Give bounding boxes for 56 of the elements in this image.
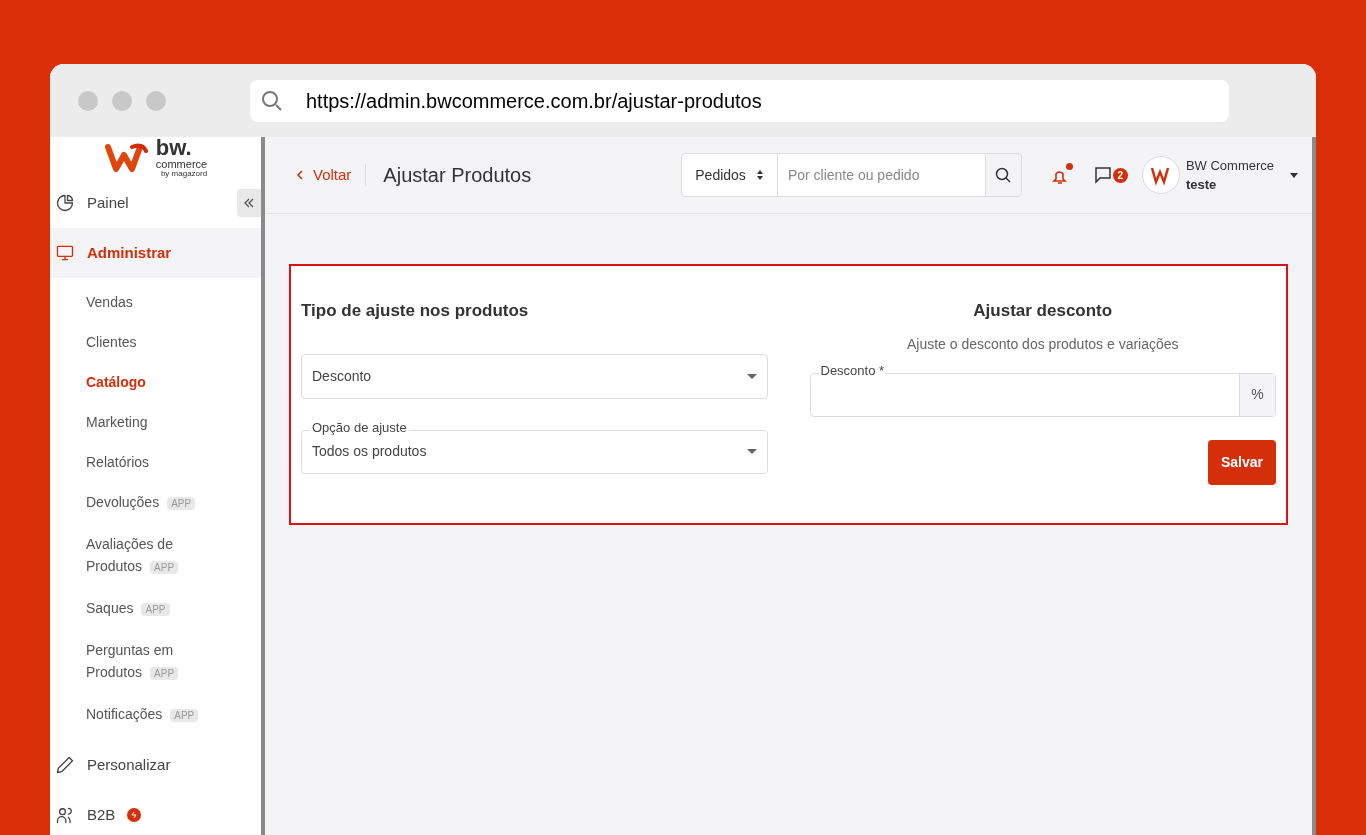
sidebar-item[interactable]: Administrar — [50, 228, 261, 278]
app-badge: APP — [141, 603, 170, 616]
sidebar-item[interactable]: B2B — [50, 790, 261, 835]
messages-button[interactable]: 2 — [1093, 166, 1128, 184]
search-icon — [260, 88, 284, 113]
adjust-type-select[interactable]: Desconto — [301, 353, 768, 399]
user-name: BW Commerce — [1185, 156, 1274, 175]
caret-icon — [746, 449, 757, 454]
sidebar-subitem[interactable]: Catálogo — [50, 362, 261, 402]
pie-chart-icon — [55, 193, 75, 213]
sidebar-subitem[interactable]: Perguntas em Produtos APP — [50, 630, 261, 694]
sidebar-subitem[interactable]: Avaliações de Produtos APP — [50, 524, 261, 588]
search-icon — [995, 167, 1012, 183]
save-button[interactable]: Salvar — [1208, 439, 1276, 485]
section-title: Tipo de ajuste nos produtos — [301, 300, 530, 322]
sidebar-subitem[interactable]: Clientes — [50, 322, 261, 362]
notifications-button[interactable] — [1049, 164, 1072, 186]
search-field[interactable]: Por cliente ou pedido — [777, 153, 985, 197]
sidebar-subitem[interactable]: Vendas — [50, 282, 261, 322]
field-label: Desconto * — [818, 363, 887, 377]
app-badge: APP — [150, 561, 179, 574]
logo-byline: by magazord — [160, 170, 208, 178]
sidebar-item[interactable]: Personalizar — [50, 740, 261, 790]
double-chevron-icon — [243, 197, 255, 209]
sort-icon — [755, 169, 764, 181]
section-title: Ajustar desconto — [972, 300, 1114, 322]
url-text: https://admin.bwcommerce.com.br/ajustar-produtos — [306, 88, 762, 114]
logo-subtitle: commerce — [155, 159, 208, 170]
section-subtitle: Ajuste o desconto dos produtos e variações — [905, 334, 1180, 354]
caret-icon — [746, 373, 757, 379]
store-name: teste — [1185, 176, 1218, 194]
address-bar[interactable]: https://admin.bwcommerce.com.br/ajustar-produtos — [250, 79, 1229, 122]
sidebar-item[interactable]: Painel — [50, 178, 237, 228]
pencil-icon — [55, 755, 75, 775]
app-badge: APP — [170, 709, 199, 722]
message-count-badge: 2 — [1112, 167, 1128, 183]
field-label: Opção de ajuste — [310, 420, 409, 434]
collapse-button[interactable] — [237, 189, 261, 217]
percent-suffix: % — [1239, 373, 1275, 416]
search-button[interactable] — [984, 153, 1022, 197]
sidebar-subitem[interactable]: Marketing — [50, 402, 261, 442]
sidebar-subitem[interactable]: Saques APP — [50, 588, 261, 630]
sidebar-subitem[interactable]: Notificações APP — [50, 694, 261, 736]
app-badge: APP — [150, 667, 179, 680]
page-title: Ajustar Produtos — [383, 163, 532, 188]
app-badge: APP — [167, 497, 196, 510]
sidebar-subitem[interactable]: Devoluções APP — [50, 482, 261, 524]
scope-select[interactable]: Pedidos — [681, 153, 778, 197]
logo-text: bw. — [155, 137, 193, 159]
caret-icon — [1290, 172, 1298, 178]
chevron-left-icon — [295, 170, 305, 180]
chat-icon — [1093, 166, 1112, 184]
monitor-icon — [55, 243, 75, 263]
users-icon — [55, 805, 75, 825]
back-link[interactable]: Voltar — [295, 163, 367, 187]
sidebar-subitem[interactable]: Relatórios — [50, 442, 261, 482]
